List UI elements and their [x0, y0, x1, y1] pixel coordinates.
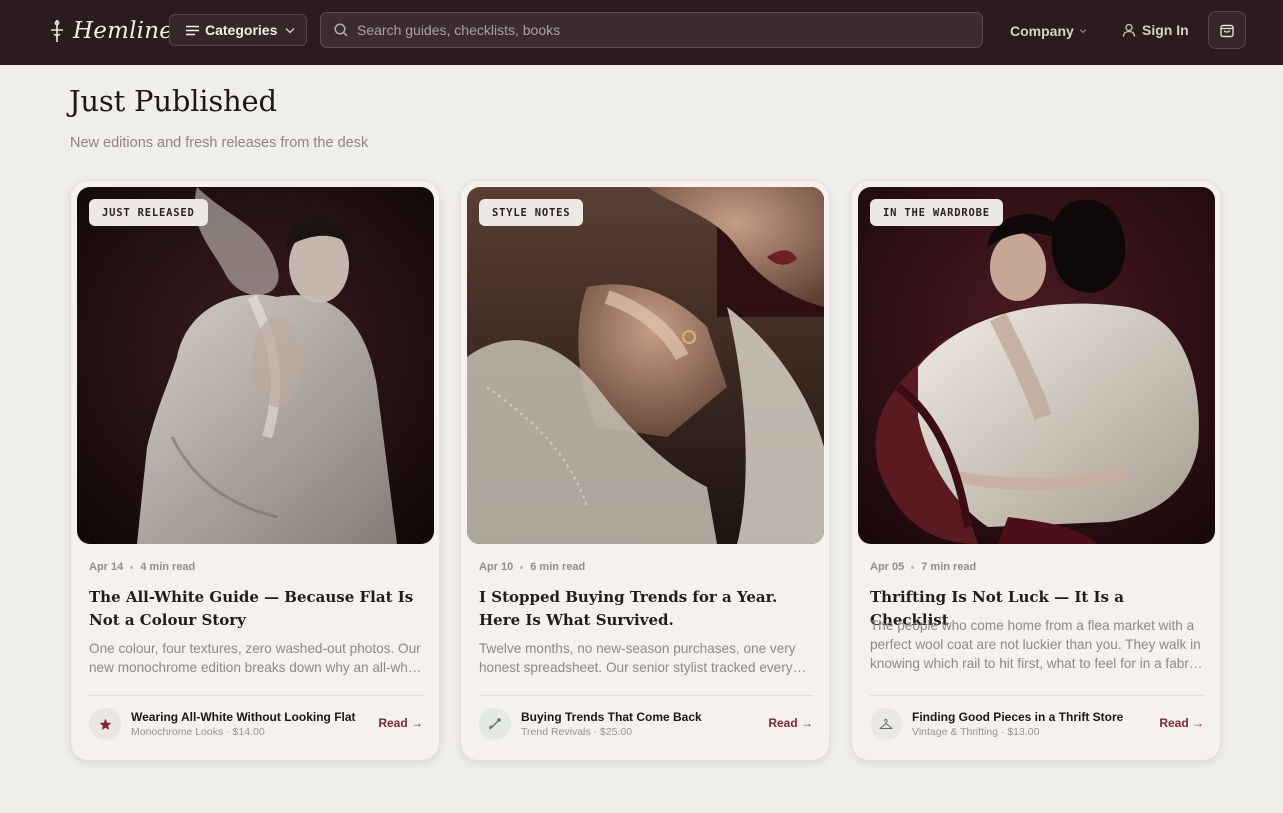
brand-logo[interactable]: Hemline [49, 15, 173, 47]
publish-date: Apr 05 [870, 561, 905, 573]
article-image: IN THE WARDROBE [858, 187, 1215, 544]
shopping-bag-icon [1220, 24, 1234, 38]
article-card[interactable]: JUST RELEASED Apr 14 4 min read The All-… [70, 180, 440, 761]
section-title: Just Published [69, 84, 277, 118]
search-input[interactable] [357, 22, 982, 38]
menu-icon [186, 25, 199, 35]
article-image: STYLE NOTES [467, 187, 824, 544]
cart-button[interactable] [1208, 11, 1246, 49]
article-meta: Apr 14 4 min read [89, 561, 195, 573]
product-meta: Vintage & Thrifting · $13.00 [912, 726, 1040, 738]
product-name: Buying Trends That Come Back [521, 710, 702, 724]
portrait-photo [467, 187, 824, 544]
read-link[interactable]: Read → [768, 716, 813, 730]
article-card[interactable]: STYLE NOTES Apr 10 6 min read I Stopped … [460, 180, 830, 761]
needle-logo-icon [51, 20, 63, 42]
card-divider [89, 695, 423, 696]
product-name: Wearing All-White Without Looking Flat [131, 710, 356, 724]
separator-dot [911, 565, 915, 569]
article-title[interactable]: The All-White Guide — Because Flat Is No… [89, 586, 424, 632]
read-time: 6 min read [530, 561, 586, 573]
read-time: 4 min read [140, 561, 196, 573]
star-icon [89, 708, 121, 740]
publish-date: Apr 10 [479, 561, 514, 573]
company-label: Company [1010, 23, 1074, 39]
search-bar [320, 12, 983, 48]
article-excerpt: The people who come home from a flea mar… [870, 618, 1201, 671]
article-meta: Apr 10 6 min read [479, 561, 585, 573]
hanger-icon [870, 708, 902, 740]
sign-in-link[interactable]: Sign In [1122, 20, 1189, 40]
read-link[interactable]: Read → [1159, 716, 1204, 730]
product-meta: Trend Revivals · $25.00 [521, 726, 633, 738]
sign-in-label: Sign In [1142, 22, 1189, 38]
card-divider [870, 695, 1204, 696]
category-tag: JUST RELEASED [89, 199, 208, 226]
article-title[interactable]: I Stopped Buying Trends for a Year. Here… [479, 586, 814, 632]
article-meta: Apr 05 7 min read [870, 561, 976, 573]
separator-dot [130, 565, 134, 569]
card-divider [479, 695, 813, 696]
linked-product[interactable]: Finding Good Pieces in a Thrift Store Vi… [870, 707, 1204, 741]
read-time: 7 min read [921, 561, 977, 573]
article-image: JUST RELEASED [77, 187, 434, 544]
publish-date: Apr 14 [89, 561, 124, 573]
category-tag: IN THE WARDROBE [870, 199, 1003, 226]
separator-dot [520, 565, 524, 569]
linked-product[interactable]: Wearing All-White Without Looking Flat M… [89, 707, 423, 741]
category-tag: STYLE NOTES [479, 199, 584, 226]
read-link[interactable]: Read → [378, 716, 423, 730]
article-excerpt: One colour, four textures, zero washed-o… [89, 641, 423, 675]
chevron-down-icon [1079, 29, 1087, 34]
user-icon [1122, 23, 1136, 37]
article-excerpt: Twelve months, no new-season purchases, … [479, 641, 796, 675]
needle-icon [479, 708, 511, 740]
linked-product[interactable]: Buying Trends That Come Back Trend Reviv… [479, 707, 813, 741]
company-menu[interactable]: Company [1010, 21, 1087, 41]
portrait-photo [77, 187, 434, 544]
search-icon [334, 23, 348, 37]
categories-label: Categories [205, 22, 278, 38]
chevron-down-icon [285, 27, 295, 33]
portrait-photo [858, 187, 1215, 544]
brand-name: Hemline [73, 18, 174, 44]
categories-button[interactable]: Categories [169, 14, 307, 46]
article-card[interactable]: IN THE WARDROBE Apr 05 7 min read Thrift… [851, 180, 1221, 761]
product-meta: Monochrome Looks · $14.00 [131, 726, 265, 738]
section-subtitle: New editions and fresh releases from the… [70, 135, 369, 151]
top-navigation-bar: Hemline Categories Company Sign In [0, 0, 1283, 65]
product-name: Finding Good Pieces in a Thrift Store [912, 710, 1124, 724]
